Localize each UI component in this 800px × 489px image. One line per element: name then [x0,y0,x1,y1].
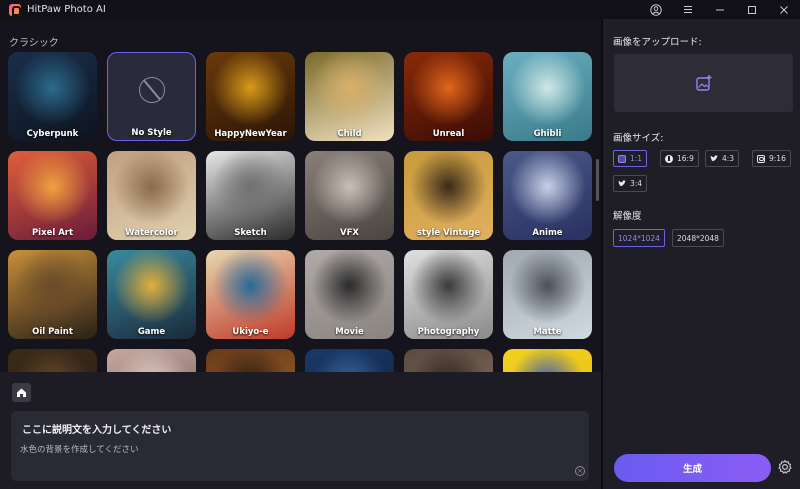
size-label: 4:3 [722,154,735,163]
prompt-text[interactable]: 水色の背景を作成してください [20,443,139,455]
style-tile[interactable]: Sketch [206,151,295,240]
style-tile-label: Unreal [432,129,465,139]
style-tile-label: Cyberpunk [26,129,79,139]
image-size-label: 画像サイズ: [613,133,664,144]
style-tile[interactable]: Pixel Art [8,151,97,240]
style-tile-label: Matte [533,327,562,337]
add-image-icon [695,75,711,91]
no-style-icon [139,77,165,103]
gear-icon [778,459,792,474]
style-tile[interactable]: style Vintage [404,151,493,240]
title-bar: HitPaw Photo AI [0,0,800,19]
upload-image-area[interactable] [614,54,793,112]
style-tile[interactable]: HappyNewYear [206,52,295,141]
style-tile[interactable] [305,349,394,372]
style-tile-label: Anime [532,228,563,238]
size-label: 3:4 [630,179,643,188]
upload-label: 画像をアップロード: [613,37,702,48]
style-tile[interactable]: Ukiyo-e [206,250,295,339]
twitter-icon [618,179,626,187]
maximize-icon [748,5,756,14]
resolution-option-1024[interactable]: 1024*1024 [613,229,665,247]
style-tile[interactable]: Oil Paint [8,250,97,339]
menu-button[interactable] [672,0,704,19]
instagram-icon [757,154,765,163]
style-tile[interactable] [206,349,295,372]
resolution-label-text: 2048*2048 [677,233,719,243]
home-icon [17,388,26,397]
style-tile[interactable]: Movie [305,250,394,339]
settings-button[interactable] [777,459,793,475]
style-tile[interactable]: No Style [107,52,196,141]
style-tile-label: Watercolor [125,228,178,238]
style-tile-label: Photography [417,327,480,337]
close-icon: × [577,467,583,475]
style-tile[interactable]: Ghibli [503,52,592,141]
style-tile-label: Sketch [234,228,267,238]
style-tile-label: Ukiyo-e [232,327,269,337]
facebook-icon [665,154,673,163]
size-option-1-1[interactable]: 1:1 [613,150,648,167]
resolution-label: 解像度 [613,211,642,222]
close-button[interactable] [768,0,800,19]
style-tile[interactable] [8,349,97,372]
resolution-option-2048[interactable]: 2048*2048 [672,229,724,247]
scrollbar-thumb[interactable] [596,159,599,201]
style-tile-label: Oil Paint [32,327,73,337]
account-button[interactable] [640,0,672,19]
style-tile[interactable]: Matte [503,250,592,339]
style-tile[interactable]: Photography [404,250,493,339]
size-label: 1:1 [630,154,643,163]
style-tile-label: VFX [340,228,359,238]
square-icon [618,154,626,163]
style-tile-label: Movie [335,327,364,337]
menu-icon [684,6,692,13]
size-label: 16:9 [677,154,694,163]
clear-prompt-button[interactable]: × [575,466,585,476]
home-button[interactable] [12,383,31,402]
style-tile[interactable] [503,349,592,372]
app-window: HitPaw Photo AI クラシック Cyberpunk No Style H… [0,0,800,489]
prompt-input[interactable]: ここに説明文を入力してください 水色の背景を作成してください × [11,411,589,481]
style-tile-label: No Style [131,128,172,138]
style-tile-label: style Vintage [416,228,481,238]
style-tile[interactable]: Game [107,250,196,339]
resolution-label-text: 1024*1024 [618,233,660,243]
style-tile[interactable]: Cyberpunk [8,52,97,141]
generate-button[interactable]: 生成 [614,454,771,482]
style-tile[interactable]: Child [305,52,394,141]
settings-panel: 画像をアップロード: 画像サイズ: 1:1 16:9 4:3 9:16 3:4 … [603,19,800,489]
generate-label: 生成 [682,464,702,475]
size-option-16-9[interactable]: 16:9 [660,150,699,167]
section-label: クラシック [9,38,59,49]
style-tile[interactable]: VFX [305,151,394,240]
style-tile-label: HappyNewYear [214,129,287,139]
style-tile[interactable]: Anime [503,151,592,240]
style-tile[interactable]: Watercolor [107,151,196,240]
style-grid[interactable]: Cyberpunk No Style HappyNewYear Child Unreal… [0,52,596,372]
style-tile[interactable] [107,349,196,372]
style-panel: クラシック Cyberpunk No Style HappyNewYear Child… [0,19,601,489]
size-option-3-4[interactable]: 3:4 [613,175,648,192]
style-tile[interactable] [404,349,493,372]
style-tile-label: Child [337,129,362,139]
minimize-icon [716,9,724,10]
close-icon [780,5,788,14]
size-label: 9:16 [769,154,786,163]
app-title: HitPaw Photo AI [27,4,106,15]
twitter-icon [710,154,718,162]
minimize-button[interactable] [704,0,736,19]
style-tile[interactable]: Unreal [404,52,493,141]
user-icon [650,3,662,16]
app-logo-icon [9,3,21,16]
style-tile-label: Ghibli [533,129,562,139]
style-tile-label: Game [137,327,166,337]
size-option-4-3[interactable]: 4:3 [705,150,740,167]
size-option-9-16[interactable]: 9:16 [752,150,791,167]
maximize-button[interactable] [736,0,768,19]
prompt-area: ここに説明文を入力してください 水色の背景を作成してください × [0,372,601,489]
prompt-title: ここに説明文を入力してください [22,425,172,436]
style-tile-label: Pixel Art [31,228,74,238]
